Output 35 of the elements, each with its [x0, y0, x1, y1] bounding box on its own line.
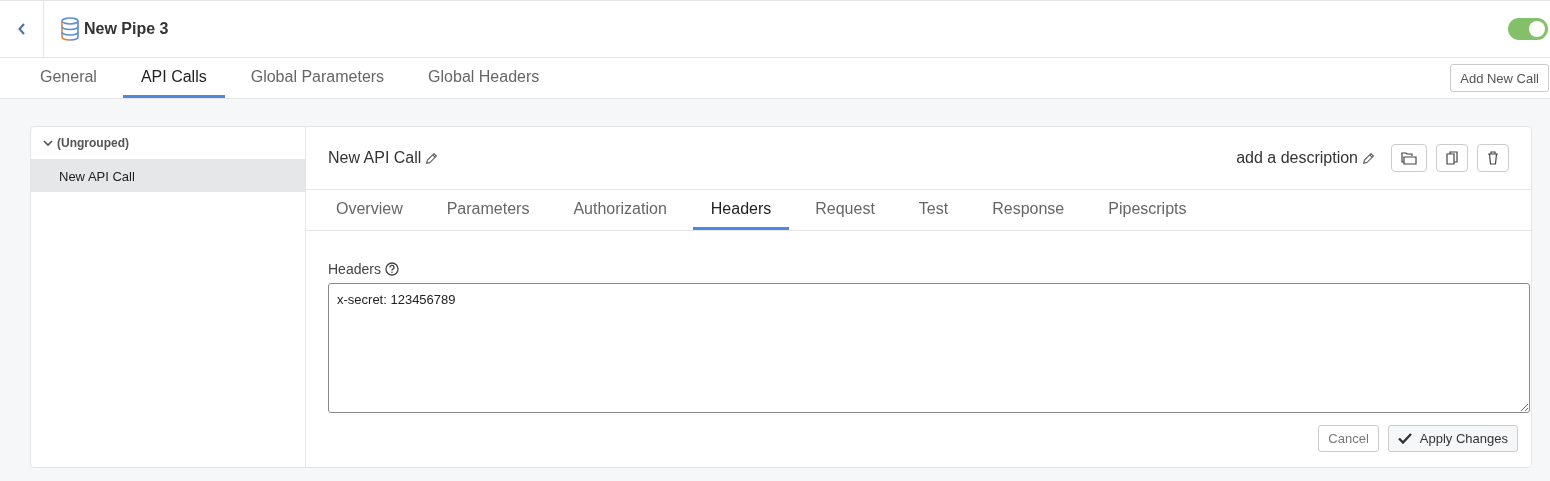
tab[interactable]: Parameters	[428, 190, 548, 230]
help-icon[interactable]	[384, 262, 399, 276]
back-icon	[17, 23, 26, 35]
description-link[interactable]: add a description	[1236, 149, 1358, 167]
headers-field[interactable]: x-secret: 123456789	[328, 283, 1530, 413]
tab[interactable]: Global Parameters	[232, 58, 403, 98]
folder-icon	[1401, 151, 1417, 165]
call-title: New API Call	[328, 149, 422, 167]
chevron-icon	[43, 139, 53, 147]
tab[interactable]: API Calls	[122, 58, 225, 98]
trash-icon	[1487, 151, 1499, 165]
tab[interactable]: Test	[900, 190, 967, 230]
pipe-title: New Pipe 3	[84, 20, 169, 38]
cancel-button[interactable]: Cancel	[1318, 425, 1379, 452]
tab[interactable]: General	[22, 58, 115, 98]
folder-button[interactable]	[1391, 144, 1427, 172]
tab[interactable]: Authorization	[555, 190, 685, 230]
check-icon	[1397, 433, 1412, 444]
field-label: Headers	[328, 261, 381, 277]
tab[interactable]: Pipescripts	[1090, 190, 1205, 230]
copy-button[interactable]	[1436, 144, 1468, 172]
tab[interactable]: Overview	[318, 190, 421, 230]
add-new-call-button[interactable]: Add New Call	[1450, 64, 1549, 92]
pencil-icon[interactable]	[425, 151, 439, 165]
database-icon	[60, 17, 80, 41]
enable-toggle[interactable]	[1508, 18, 1548, 40]
sidebar-item[interactable]: New API Call	[31, 160, 305, 192]
copy-icon	[1446, 151, 1458, 165]
tab[interactable]: Headers	[692, 190, 790, 230]
pencil-icon[interactable]	[1362, 151, 1375, 165]
tab[interactable]: Global Headers	[410, 58, 558, 98]
delete-button[interactable]	[1477, 144, 1509, 172]
tab[interactable]: Response	[974, 190, 1083, 230]
tab[interactable]: Request	[797, 190, 893, 230]
apply-changes-button[interactable]: Apply Changes	[1387, 425, 1518, 452]
